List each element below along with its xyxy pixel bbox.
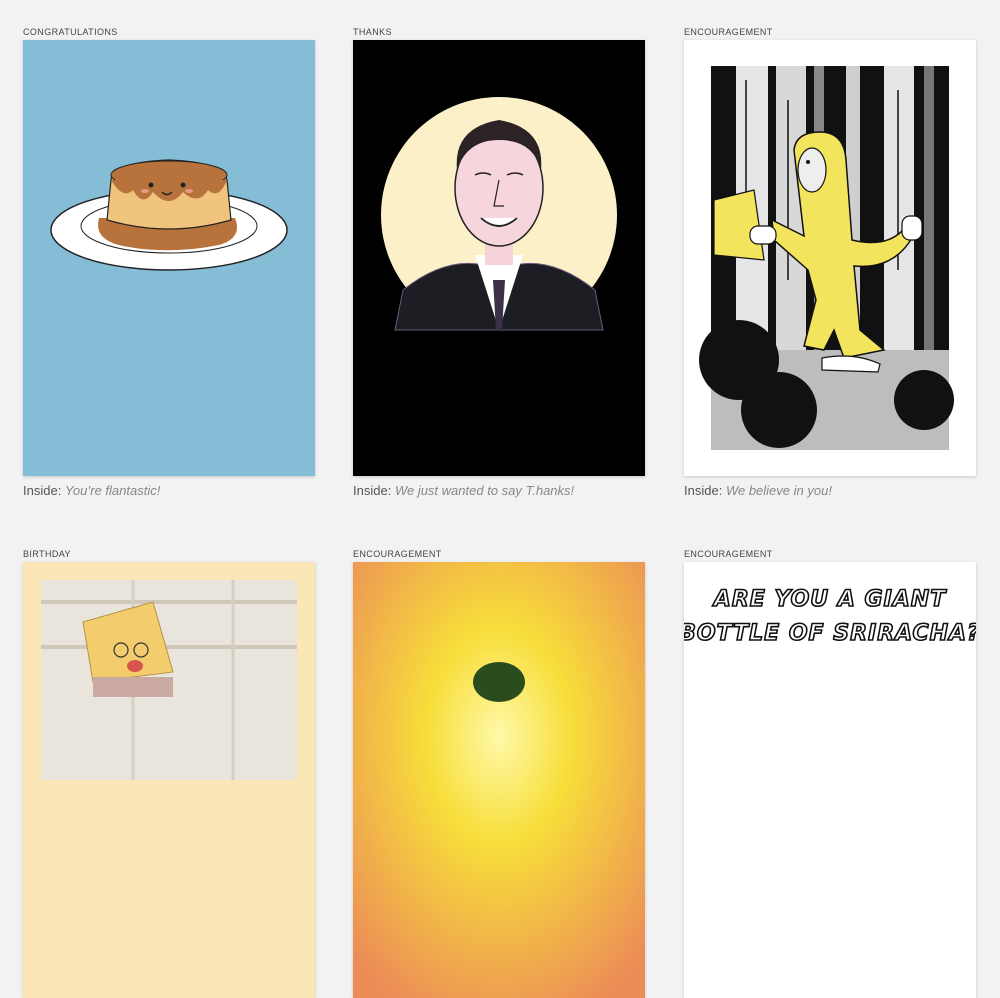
card-category: THANKS	[353, 27, 392, 37]
card-item-encouragement-2: ENCOURAGEMENT	[353, 546, 645, 998]
card-image-bigfoot[interactable]	[684, 40, 976, 476]
card-item-thanks: THANKS Inside: We just wanted to say T.h…	[353, 24, 645, 498]
tom-hanks-portrait	[353, 40, 645, 476]
inside-message: You’re flantastic!	[64, 483, 161, 498]
sriracha-lettering: ARE YOU A GIANT BOTTLE OF SRIRACHA?	[684, 562, 976, 998]
card-category: ENCOURAGEMENT	[684, 27, 773, 37]
card-image-flan[interactable]	[23, 40, 315, 476]
card-image-sunburst[interactable]	[353, 562, 645, 998]
inside-label: Inside:	[353, 483, 392, 498]
card-item-birthday: BIRTHDAY	[23, 546, 315, 998]
card-category: ENCOURAGEMENT	[353, 549, 442, 559]
card-item-congratulations: CONGRATULATIONS Inside: You’re flantasti…	[23, 24, 315, 498]
card-image-sriracha[interactable]: ARE YOU A GIANT BOTTLE OF SRIRACHA?	[684, 562, 976, 998]
card-item-encouragement-3: ENCOURAGEMENT ARE YOU A GIANT BOTTLE OF …	[684, 546, 976, 998]
inside-label: Inside:	[23, 483, 62, 498]
card-item-encouragement: ENCOURAGEMENT Inside: We believe in you!	[684, 24, 976, 498]
card-inside-text: Inside: You’re flantastic!	[23, 483, 160, 498]
bigfoot-forest	[684, 40, 976, 476]
inside-label: Inside:	[684, 483, 723, 498]
sunburst-avocado	[353, 562, 645, 998]
card-lettering-line-2: BOTTLE OF SRIRACHA?	[684, 621, 976, 646]
card-category: BIRTHDAY	[23, 549, 71, 559]
inside-message: We just wanted to say T.hanks!	[394, 483, 575, 498]
card-inside-text: Inside: We just wanted to say T.hanks!	[353, 483, 574, 498]
card-grid: CONGRATULATIONS Inside: You’re flantasti…	[0, 0, 1000, 998]
card-lettering-line-1: ARE YOU A GIANT	[712, 587, 947, 612]
card-category: CONGRATULATIONS	[23, 27, 118, 37]
flan-illustration	[23, 40, 315, 476]
card-image-cheese[interactable]	[23, 562, 315, 998]
card-inside-text: Inside: We believe in you!	[684, 483, 832, 498]
cheese-character	[23, 562, 315, 998]
card-category: ENCOURAGEMENT	[684, 549, 773, 559]
card-image-tom-hanks[interactable]	[353, 40, 645, 476]
inside-message: We believe in you!	[725, 483, 832, 498]
